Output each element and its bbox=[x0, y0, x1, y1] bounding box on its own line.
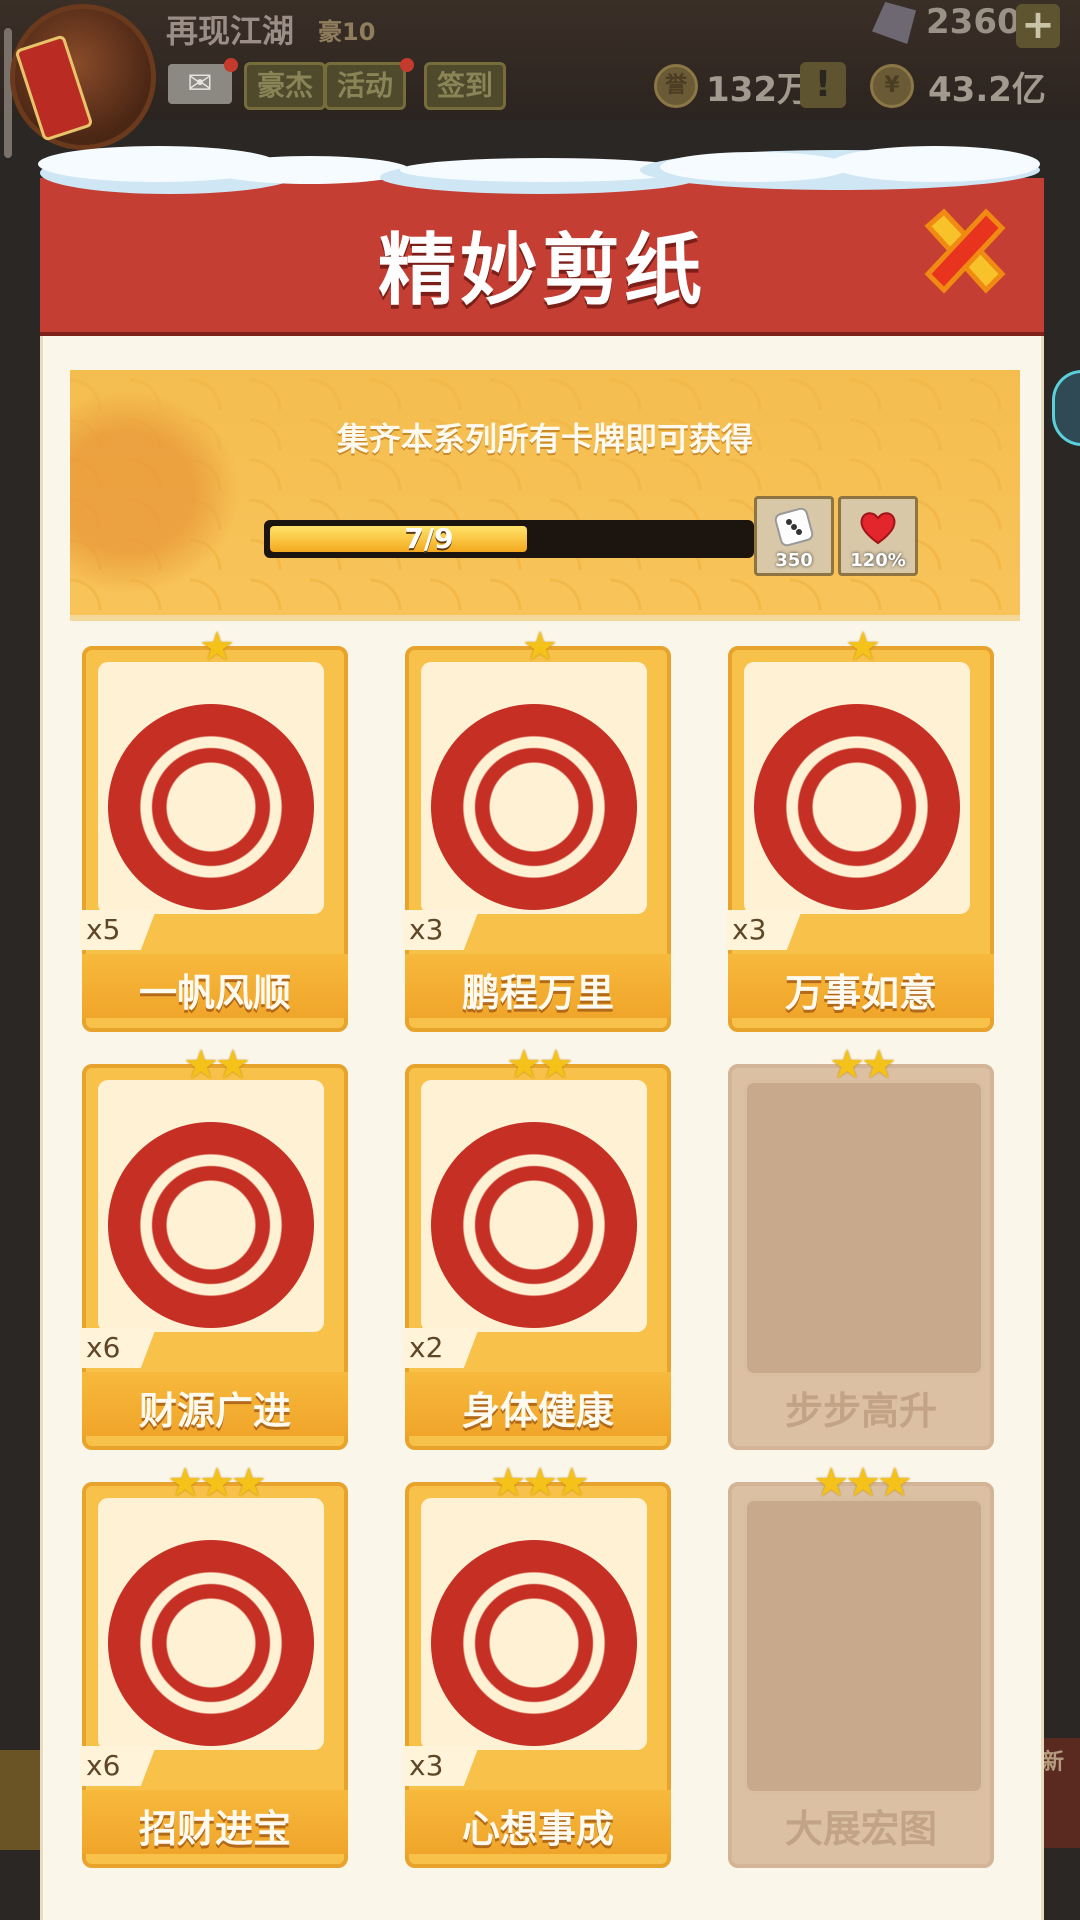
card-3[interactable]: 财 x6 财源广进 ★★ bbox=[80, 1042, 348, 1450]
progress-label: 7/9 bbox=[404, 522, 454, 555]
new-badge: 新 bbox=[1042, 1750, 1065, 1775]
papercut-glyph: 事 bbox=[509, 1617, 559, 1675]
locked-card-placeholder bbox=[744, 1080, 984, 1376]
papercut-glyph: 宝 bbox=[186, 1617, 236, 1675]
snow-decoration bbox=[830, 146, 1040, 182]
side-menu-tab[interactable] bbox=[1052, 370, 1080, 446]
heroes-button[interactable]: 豪杰 bbox=[244, 62, 327, 110]
star-rating: ★★ bbox=[183, 1042, 251, 1088]
locked-card-placeholder bbox=[744, 1498, 984, 1794]
star-rating: ★★★ bbox=[167, 1460, 267, 1506]
card-7[interactable]: 事 x3 心想事成 ★★★ bbox=[403, 1460, 671, 1868]
card-name: 心想事成 bbox=[461, 1807, 614, 1851]
card-name: 身体健康 bbox=[461, 1389, 614, 1433]
star-rating: ★ bbox=[845, 624, 881, 670]
card-name: 鹏程万里 bbox=[461, 971, 614, 1015]
snow-decoration bbox=[660, 152, 850, 182]
mail-icon: ✉ bbox=[187, 66, 213, 101]
papercut-glyph: 鹏 bbox=[509, 781, 559, 839]
checkin-button[interactable]: 签到 bbox=[424, 62, 507, 110]
events-notification-dot bbox=[400, 58, 414, 72]
banner-text: 集齐本系列所有卡牌即可获得 bbox=[336, 420, 753, 458]
background-decoration bbox=[0, 1750, 40, 1850]
card-name: 大展宏图 bbox=[784, 1807, 937, 1851]
papercut-glyph: 事 bbox=[832, 781, 882, 839]
gem-count: 2360 bbox=[926, 2, 1021, 42]
card-0[interactable]: 帆 x5 一帆风顺 ★ bbox=[80, 624, 348, 1032]
card-name: 一帆风顺 bbox=[138, 971, 291, 1015]
papercut-glyph: 帆 bbox=[186, 781, 236, 839]
mail-notification-dot bbox=[224, 58, 238, 72]
card-name: 招财进宝 bbox=[138, 1807, 291, 1851]
dragon-decoration bbox=[70, 372, 260, 612]
coin-icon: ¥ bbox=[870, 64, 914, 108]
reward-dice[interactable]: 350 bbox=[754, 496, 834, 576]
close-icon bbox=[924, 208, 1006, 294]
close-button[interactable] bbox=[922, 206, 1008, 296]
star-rating: ★★★ bbox=[813, 1460, 913, 1506]
card-1[interactable]: 鹏 x3 鹏程万里 ★ bbox=[403, 624, 671, 1032]
coin-value: 43.2亿 bbox=[928, 70, 1046, 110]
snow-decoration bbox=[210, 156, 410, 184]
dialog-title: 精妙剪纸 bbox=[377, 226, 706, 316]
card-name: 财源广进 bbox=[138, 1389, 291, 1433]
star-rating: ★ bbox=[199, 624, 235, 670]
card-2[interactable]: 事 x3 万事如意 ★ bbox=[726, 624, 994, 1032]
card-5[interactable]: 步步高升 ★★ bbox=[728, 1042, 994, 1450]
card-6[interactable]: 宝 x6 招财进宝 ★★★ bbox=[80, 1460, 348, 1868]
card-name: 步步高升 bbox=[784, 1389, 937, 1433]
mail-button[interactable]: ✉ bbox=[168, 64, 232, 104]
card-8[interactable]: 大展宏图 ★★★ bbox=[728, 1460, 994, 1868]
papercut-glyph: 体 bbox=[509, 1199, 559, 1257]
add-gems-button[interactable]: + bbox=[1016, 4, 1060, 48]
reward-heart-value: 120% bbox=[850, 550, 906, 571]
alert-button[interactable]: ! bbox=[800, 62, 846, 108]
papercut-glyph: 财 bbox=[186, 1199, 236, 1257]
card-4[interactable]: 体 x2 身体健康 ★★ bbox=[403, 1042, 671, 1450]
top-hud bbox=[0, 0, 1080, 120]
star-rating: ★ bbox=[522, 624, 558, 670]
star-rating: ★★★ bbox=[490, 1460, 590, 1506]
events-button[interactable]: 活动 bbox=[324, 62, 407, 110]
player-level: 豪10 bbox=[318, 18, 376, 46]
reputation-icon: 誉 bbox=[654, 64, 698, 108]
player-name: 再现江湖 bbox=[166, 12, 295, 50]
card-name: 万事如意 bbox=[784, 971, 937, 1015]
reward-heart[interactable]: 120% bbox=[838, 496, 918, 576]
star-rating: ★★ bbox=[829, 1042, 897, 1088]
reward-dice-value: 350 bbox=[775, 550, 813, 571]
reputation-value: 132万 bbox=[706, 70, 811, 110]
star-rating: ★★ bbox=[506, 1042, 574, 1088]
